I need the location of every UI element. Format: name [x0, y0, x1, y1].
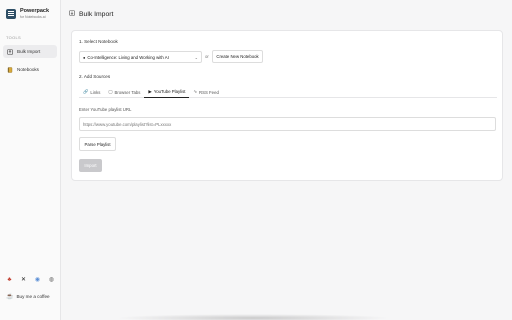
tab-browser-tabs[interactable]: ▢ Browser Tabs	[104, 86, 144, 98]
import-icon	[69, 10, 75, 18]
tab-youtube-playlist[interactable]: ▶ YouTube Playlist	[144, 86, 190, 98]
upload-icon	[7, 48, 13, 55]
link-icon: 🔗	[83, 89, 89, 94]
github-icon[interactable]: ♣	[6, 277, 13, 283]
playlist-url-label: Enter YouTube playlist URL	[79, 107, 132, 112]
brand-name: Powerpack	[20, 8, 50, 14]
coffee-icon: ☕	[6, 294, 14, 300]
buy-coffee-link[interactable]: ☕ Buy me a coffee	[6, 293, 50, 300]
parse-playlist-button[interactable]: Parse Playlist	[79, 137, 116, 151]
source-tabs: 🔗 Links ▢ Browser Tabs ▶ YouTube Playlis…	[79, 86, 497, 98]
browser-tab-icon: ▢	[108, 89, 113, 94]
tab-rss-feed[interactable]: ∿ RSS Feed	[189, 86, 222, 98]
page-title: Bulk Import	[79, 10, 114, 18]
brand: Powerpack for Notebooks.ai	[6, 8, 49, 19]
notebook-icon: ●	[83, 54, 86, 60]
eye-icon[interactable]: ◍	[48, 276, 55, 283]
brand-subtitle: for Notebooks.ai	[20, 15, 46, 19]
sidebar-item-bulk-import[interactable]: Bulk Import	[3, 45, 57, 58]
tab-label: RSS Feed	[199, 89, 219, 95]
rss-icon: ∿	[193, 89, 198, 94]
playlist-url-input[interactable]	[79, 117, 496, 131]
youtube-icon: ▶	[148, 88, 152, 94]
step2-label: 2. Add Sources	[79, 74, 111, 79]
import-button[interactable]: Import	[79, 159, 102, 172]
bottom-shadow	[115, 314, 391, 320]
tab-links[interactable]: 🔗 Links	[79, 86, 104, 98]
sidebar: Powerpack for Notebooks.ai TOOLS Bulk Im…	[0, 0, 61, 320]
brand-logo-icon	[6, 8, 16, 19]
sidebar-item-label: Bulk Import	[17, 49, 41, 54]
page-header: Bulk Import	[69, 10, 113, 18]
create-notebook-button[interactable]: Create New Notebook	[212, 50, 263, 63]
tools-section-label: TOOLS	[6, 35, 21, 40]
notebook-icon	[7, 66, 13, 73]
sidebar-item-label: Notebooks	[17, 67, 39, 72]
sidebar-item-notebooks[interactable]: Notebooks	[3, 63, 57, 76]
import-card: 1. Select Notebook ● Co-Intelligence: Li…	[71, 30, 503, 181]
buy-coffee-label: Buy me a coffee	[16, 294, 50, 299]
chevron-down-icon: ⌄	[194, 54, 198, 60]
globe-icon[interactable]: ◉	[34, 276, 41, 283]
notebook-select-value: Co-Intelligence: Living and Working with…	[87, 54, 169, 60]
footer-icons: ♣ ✕ ◉ ◍	[6, 276, 55, 284]
x-icon[interactable]: ✕	[20, 276, 27, 283]
tab-label: YouTube Playlist	[153, 89, 186, 94]
step1-label: 1. Select Notebook	[79, 39, 118, 44]
notebook-select[interactable]: ● Co-Intelligence: Living and Working wi…	[79, 51, 202, 63]
or-separator: or	[205, 54, 209, 59]
tab-label: Links	[90, 89, 101, 95]
tab-label: Browser Tabs	[114, 89, 141, 95]
